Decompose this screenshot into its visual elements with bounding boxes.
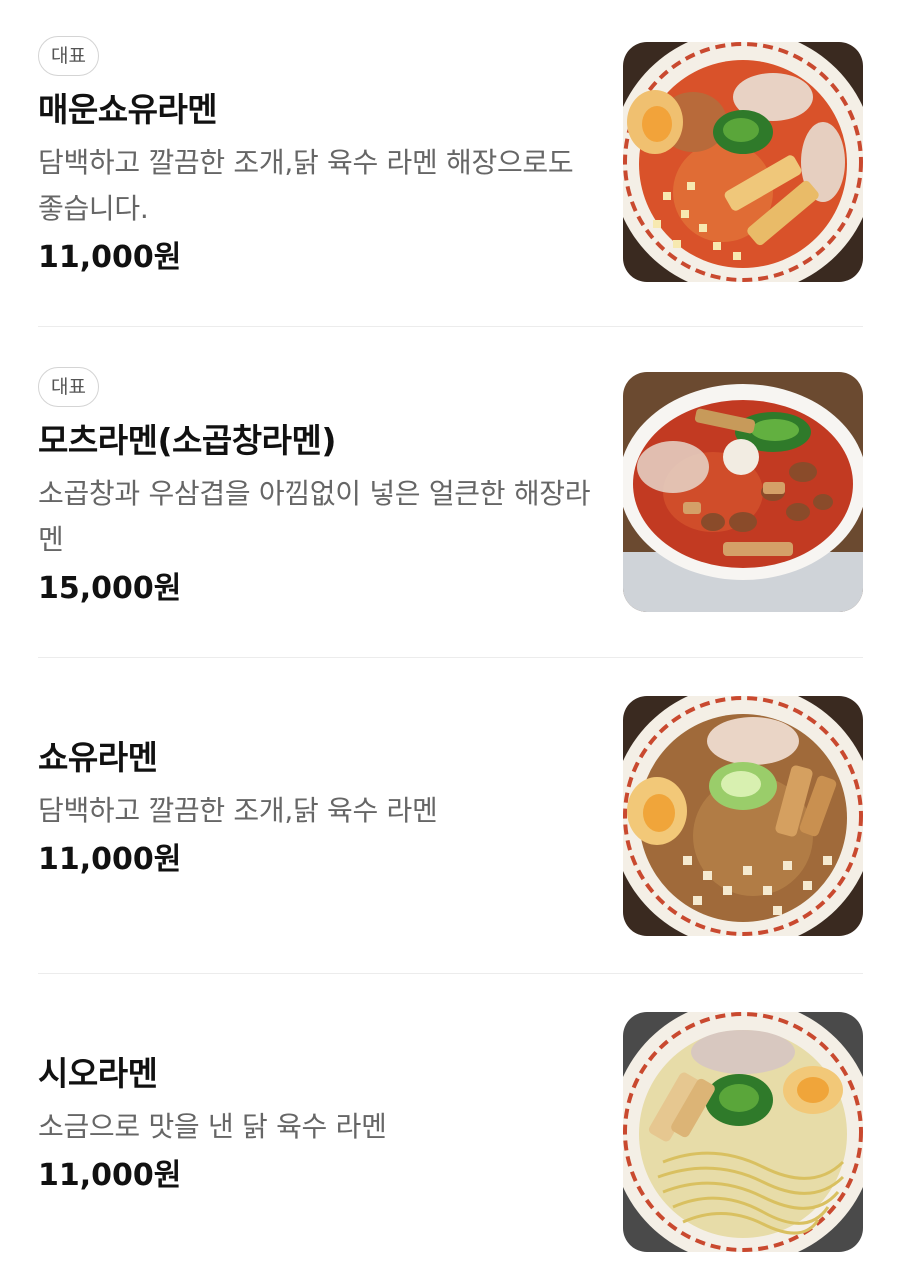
shio-ramen-photo (623, 1012, 863, 1252)
item-price: 11,000원 (38, 240, 182, 275)
spicy-shoyu-ramen-photo (623, 42, 863, 282)
item-name: 시오라멘 (38, 1054, 158, 1093)
item-description: 소곱창과 우삼겹을 아낌없이 넣은 얼큰한 해장라멘 (38, 477, 591, 556)
item-price: 15,000원 (38, 571, 182, 606)
menu-item-shio-ramen[interactable]: 시오라멘 소금으로 맛을 낸 닭 육수 라멘 11,000원 (0, 974, 900, 1270)
item-name: 쇼유라멘 (38, 738, 158, 777)
menu-item-spicy-shoyu-ramen[interactable]: 대표 매운쇼유라멘 담백하고 깔끔한 조개,닭 육수 라멘 해장으로도 좋습니다… (0, 0, 900, 326)
item-price: 11,000원 (38, 842, 182, 877)
signature-badge: 대표 (38, 367, 99, 407)
menu-item-shoyu-ramen[interactable]: 쇼유라멘 담백하고 깔끔한 조개,닭 육수 라멘 11,000원 (0, 658, 900, 973)
menu-item-text: 대표 매운쇼유라멘 담백하고 깔끔한 조개,닭 육수 라멘 해장으로도 좋습니다… (38, 36, 598, 278)
item-description: 담백하고 깔끔한 조개,닭 육수 라멘 해장으로도 좋습니다. (38, 146, 574, 225)
shoyu-ramen-photo (623, 696, 863, 936)
menu-item-text: 대표 모츠라멘(소곱창라멘) 소곱창과 우삼겹을 아낌없이 넣은 얼큰한 해장라… (38, 367, 598, 609)
signature-badge: 대표 (38, 36, 99, 76)
motsu-ramen-photo (623, 372, 863, 612)
item-name: 모츠라멘(소곱창라멘) (38, 421, 336, 460)
item-price: 11,000원 (38, 1158, 182, 1193)
item-description: 소금으로 맛을 낸 닭 육수 라멘 (38, 1110, 387, 1143)
menu-item-motsu-ramen[interactable]: 대표 모츠라멘(소곱창라멘) 소곱창과 우삼겹을 아낌없이 넣은 얼큰한 해장라… (0, 327, 900, 657)
menu-list: 대표 매운쇼유라멘 담백하고 깔끔한 조개,닭 육수 라멘 해장으로도 좋습니다… (0, 0, 900, 1270)
menu-item-text: 시오라멘 소금으로 맛을 낸 닭 육수 라멘 11,000원 (38, 1054, 598, 1196)
menu-item-text: 쇼유라멘 담백하고 깔끔한 조개,닭 육수 라멘 11,000원 (38, 738, 598, 880)
item-description: 담백하고 깔끔한 조개,닭 육수 라멘 (38, 794, 438, 827)
item-name: 매운쇼유라멘 (38, 90, 218, 129)
